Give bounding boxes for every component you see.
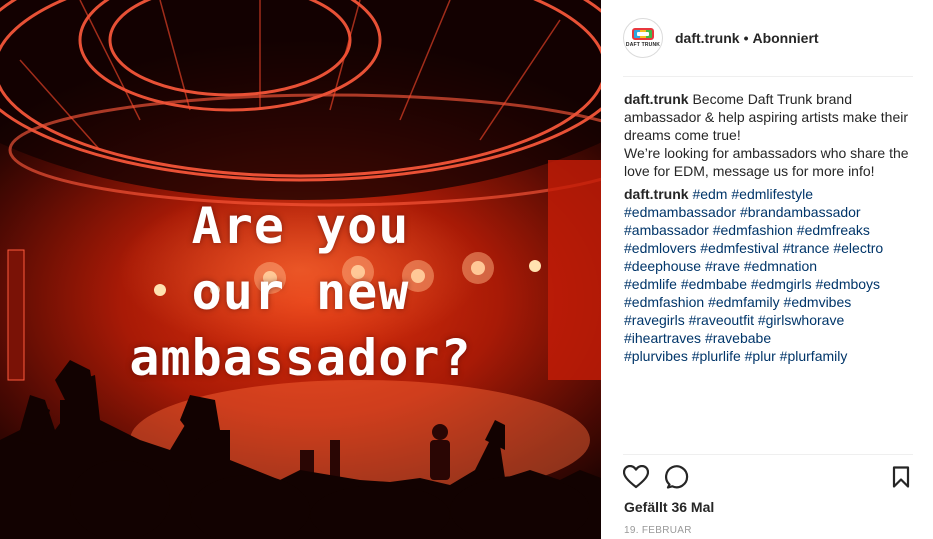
hashtag-link[interactable]: #edmfashion: [624, 294, 704, 310]
hashtag-link[interactable]: #iheartraves: [624, 330, 701, 346]
hashtag-link[interactable]: #girlswhorave: [758, 312, 844, 328]
hashtag-link[interactable]: #raveoutfit: [689, 312, 754, 328]
hashtag-link[interactable]: #edmfamily: [708, 294, 780, 310]
headline-line-3: ambassador?: [129, 329, 472, 387]
headline-line-1: Are you: [191, 197, 410, 255]
hashtag-block: daft.trunk #edm #edmlifestyle #edmambass…: [624, 185, 916, 365]
hashtag-link[interactable]: #brandambassador: [740, 204, 861, 220]
hashtag-link[interactable]: #edmlovers: [624, 240, 696, 256]
hashtag-link[interactable]: #electro: [833, 240, 883, 256]
caption-username-link[interactable]: daft.trunk: [624, 91, 689, 107]
hashtag-line: #iheartraves #ravebabe: [624, 329, 916, 347]
bookmark-icon[interactable]: [892, 466, 910, 493]
hashtag-line: #edmambassador #brandambassador: [624, 203, 916, 221]
hashtag-line: #edmlife #edmbabe #edmgirls #edmboys: [624, 275, 916, 293]
hashtag-link[interactable]: #deephouse: [624, 258, 701, 274]
hashtag-line: #deephouse #rave #edmnation: [624, 257, 916, 275]
brand-logo-icon: [632, 28, 654, 40]
post-details-panel: DAFT TRUNK daft.trunk • Abonniert daft.tru…: [601, 0, 933, 539]
action-bar: [622, 464, 913, 494]
hashtag-link[interactable]: #edmambassador: [624, 204, 736, 220]
heart-outline-icon[interactable]: [622, 464, 650, 494]
post-header: DAFT TRUNK daft.trunk • Abonniert: [623, 15, 913, 61]
header-text: daft.trunk • Abonniert: [675, 30, 819, 46]
header-separator: •: [743, 30, 749, 46]
actions-divider: [623, 454, 913, 455]
hashtag-line: #ambassador #edmfashion #edmfreaks: [624, 221, 916, 239]
hashtag-line: daft.trunk #edm #edmlifestyle: [624, 185, 916, 203]
hashtag-link[interactable]: #edmgirls: [751, 276, 812, 292]
comment-bubble-icon[interactable]: [665, 465, 689, 494]
author-username-link[interactable]: daft.trunk: [675, 30, 740, 46]
header-divider: [623, 76, 913, 77]
likes-count-link[interactable]: Gefällt 36 Mal: [624, 499, 714, 515]
image-headline: Are you our new ambassador?: [0, 193, 601, 391]
hashtag-link[interactable]: #edmlifestyle: [731, 186, 813, 202]
hashtag-line: #edmfashion #edmfamily #edmvibes: [624, 293, 916, 311]
hashtag-line: #plurvibes #plurlife #plur #plurfamily: [624, 347, 916, 365]
caption-paragraph-2: We’re looking for ambassadors who share …: [624, 145, 909, 179]
post-image[interactable]: Are you our new ambassador?: [0, 0, 601, 539]
hashtag-link[interactable]: #plur: [745, 348, 776, 364]
hashtag-link[interactable]: #edmbabe: [681, 276, 747, 292]
post-date: 19. FEBRUAR: [624, 525, 692, 536]
hashtag-link[interactable]: #edmboys: [815, 276, 880, 292]
hashtag-line: #edmlovers #edmfestival #trance #electro: [624, 239, 916, 257]
hashtag-link[interactable]: #edmfreaks: [797, 222, 870, 238]
hashtag-link[interactable]: #trance: [783, 240, 830, 256]
follow-status-button[interactable]: Abonniert: [752, 30, 818, 46]
avatar[interactable]: DAFT TRUNK: [623, 18, 663, 58]
hashtag-line: #ravegirls #raveoutfit #girlswhorave: [624, 311, 916, 329]
hashtag-link[interactable]: #edmfashion: [713, 222, 793, 238]
headline-line-2: our new: [191, 263, 410, 321]
hashtag-link[interactable]: #edmnation: [744, 258, 817, 274]
hashtag-link[interactable]: #edmvibes: [784, 294, 852, 310]
hashtag-link[interactable]: #plurlife: [692, 348, 741, 364]
hashtag-link[interactable]: #plurvibes: [624, 348, 688, 364]
hashtag-username-link[interactable]: daft.trunk: [624, 186, 689, 202]
hashtag-link[interactable]: #rave: [705, 258, 740, 274]
hashtag-link[interactable]: #ravegirls: [624, 312, 685, 328]
avatar-brand-text: DAFT TRUNK: [625, 42, 661, 48]
hashtag-link[interactable]: #edmfestival: [700, 240, 779, 256]
hashtag-link[interactable]: #plurfamily: [780, 348, 848, 364]
hashtag-link[interactable]: #ravebabe: [705, 330, 771, 346]
hashtag-link[interactable]: #edmlife: [624, 276, 677, 292]
hashtag-link[interactable]: #edm: [692, 186, 727, 202]
caption-paragraph-1: daft.trunk Become Daft Trunk brand ambas…: [624, 90, 916, 144]
caption: daft.trunk Become Daft Trunk brand ambas…: [624, 90, 916, 180]
hashtag-link[interactable]: #ambassador: [624, 222, 709, 238]
